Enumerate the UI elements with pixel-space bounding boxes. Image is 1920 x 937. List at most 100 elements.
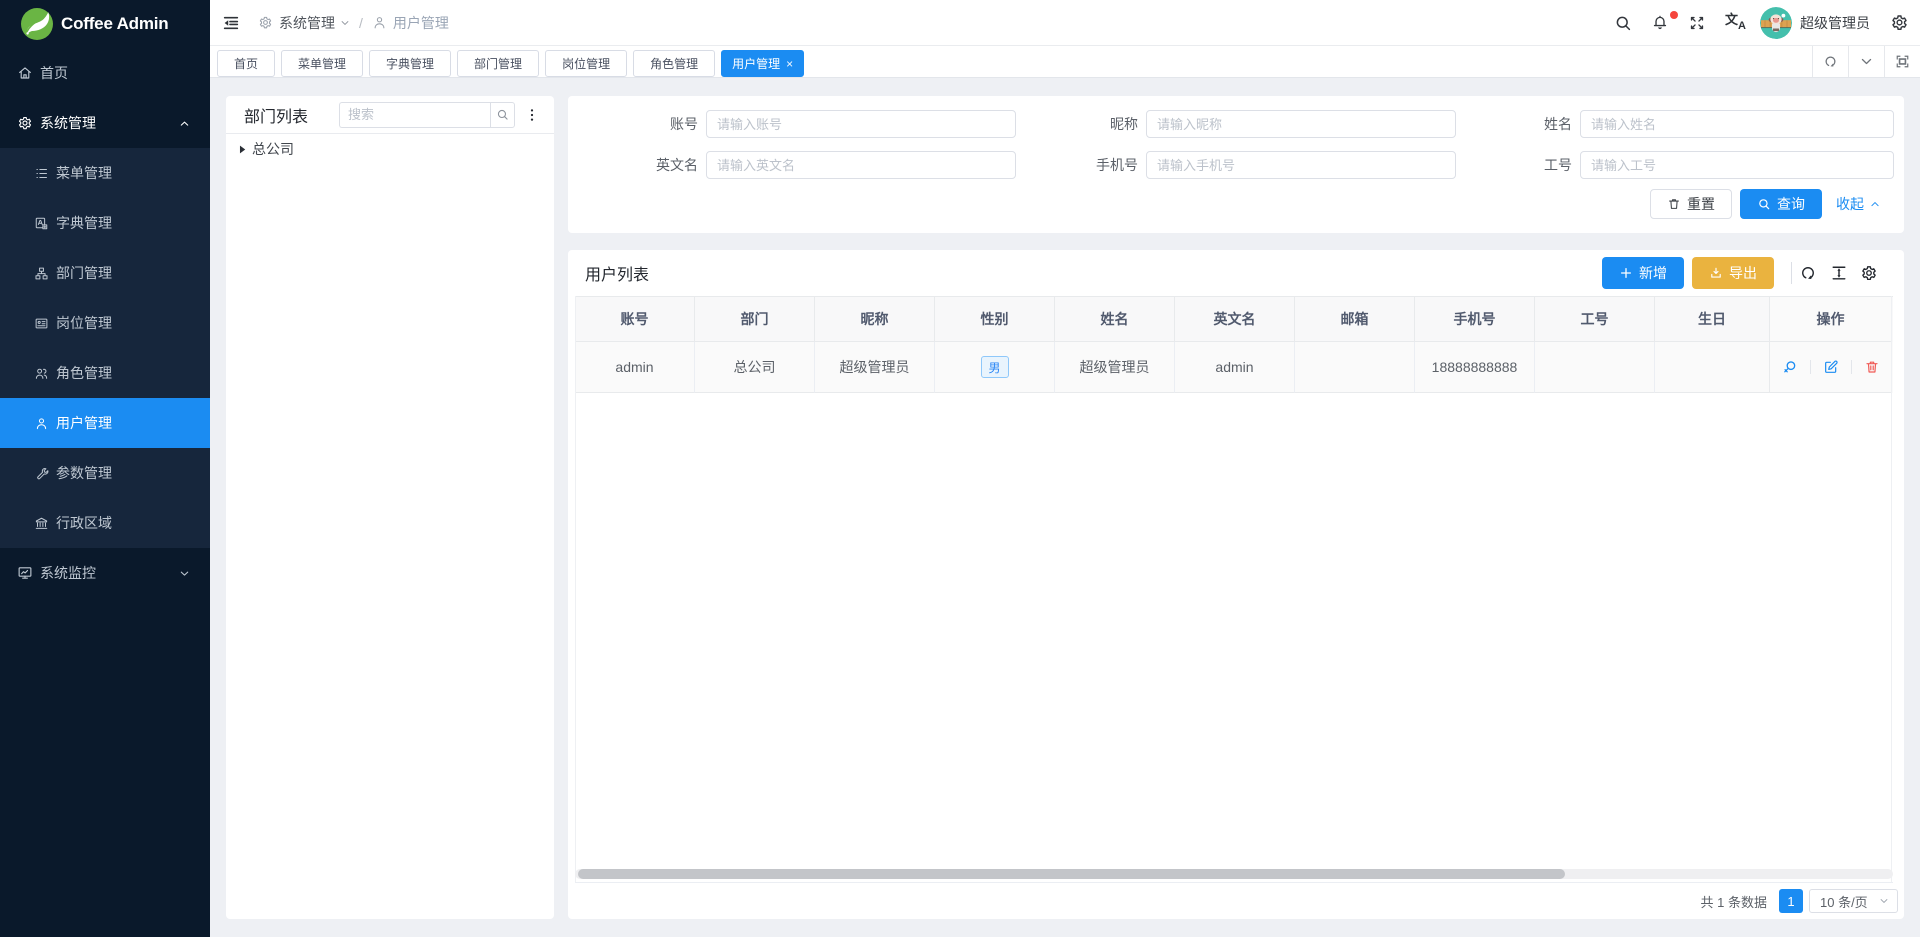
- sidebar-item-label: 参数管理: [56, 463, 112, 483]
- sidebar-item-3[interactable]: 岗位管理: [0, 298, 210, 348]
- refresh-tab-button[interactable]: [1812, 46, 1848, 77]
- export-button[interactable]: 导出: [1692, 257, 1774, 289]
- tree-node-company[interactable]: 总公司: [226, 137, 554, 161]
- sidebar-item-5[interactable]: 用户管理: [0, 398, 210, 448]
- sidebar-item-7[interactable]: 行政区域: [0, 498, 210, 548]
- horizontal-scrollbar-thumb[interactable]: [578, 869, 1565, 879]
- tab-角色管理[interactable]: 角色管理: [633, 50, 715, 77]
- close-tab-icon[interactable]: ×: [786, 58, 793, 70]
- department-icon: [34, 266, 49, 281]
- cell-phone: 18888888888: [1415, 342, 1535, 393]
- refresh-icon[interactable]: [1799, 264, 1817, 282]
- avatar[interactable]: [1760, 7, 1792, 39]
- user-name[interactable]: 超级管理员: [1800, 13, 1870, 33]
- export-button-label: 导出: [1729, 263, 1757, 283]
- column-header-5: 英文名: [1175, 297, 1295, 342]
- department-panel: 部门列表 总公司: [226, 96, 554, 919]
- sidebar-item-home[interactable]: 首页: [0, 48, 210, 98]
- notification-bell[interactable]: [1651, 14, 1669, 32]
- cell-name: 超级管理员: [1055, 342, 1175, 393]
- collapse-sidebar-icon[interactable]: [222, 14, 240, 32]
- cell-department: 总公司: [695, 342, 815, 393]
- sidebar-item-4[interactable]: 角色管理: [0, 348, 210, 398]
- tab-actions-dropdown[interactable]: [1848, 46, 1884, 77]
- field-label: 工号: [1486, 151, 1572, 179]
- monitor-icon: [17, 565, 33, 581]
- sidebar-item-0[interactable]: 菜单管理: [0, 148, 210, 198]
- search-icon[interactable]: [1614, 14, 1632, 32]
- chevron-down-icon: [1859, 54, 1874, 69]
- field-input-1[interactable]: [1146, 110, 1456, 138]
- pagination-total: 共 1 条数据: [1701, 883, 1767, 919]
- tab-label: 部门管理: [474, 55, 522, 72]
- tab-菜单管理[interactable]: 菜单管理: [281, 50, 363, 77]
- tab-label: 首页: [234, 55, 258, 72]
- field-input-2[interactable]: [1580, 110, 1894, 138]
- view-detail-icon[interactable]: [1782, 359, 1798, 375]
- translate-icon[interactable]: 文A: [1725, 13, 1747, 33]
- tab-部门管理[interactable]: 部门管理: [457, 50, 539, 77]
- department-panel-header: 部门列表: [226, 96, 554, 134]
- collapse-form-link[interactable]: 收起: [1836, 189, 1880, 219]
- breadcrumb-item[interactable]: 系统管理: [279, 13, 335, 33]
- field-input-5[interactable]: [1580, 151, 1894, 179]
- maximize-view-button[interactable]: [1884, 46, 1920, 77]
- sidebar-item-2[interactable]: 部门管理: [0, 248, 210, 298]
- sidebar-item-6[interactable]: 参数管理: [0, 448, 210, 498]
- column-header-0: 账号: [575, 297, 695, 342]
- maximize-icon: [1895, 54, 1910, 69]
- sidebar-item-label: 行政区域: [56, 513, 112, 533]
- department-search-input[interactable]: [339, 102, 490, 128]
- field-label: 昵称: [1052, 110, 1138, 138]
- column-header-label: 部门: [741, 309, 769, 329]
- department-search-button[interactable]: [490, 102, 515, 128]
- tab-label: 岗位管理: [562, 55, 610, 72]
- field-label: 英文名: [612, 151, 698, 179]
- cell-value: 超级管理员: [1080, 357, 1150, 377]
- column-header-9: 生日: [1655, 297, 1770, 342]
- tab-岗位管理[interactable]: 岗位管理: [545, 50, 627, 77]
- tab-用户管理[interactable]: 用户管理×: [721, 50, 804, 77]
- field-label: 手机号: [1052, 151, 1138, 179]
- tab-字典管理[interactable]: 字典管理: [369, 50, 451, 77]
- logo[interactable]: Coffee Admin: [0, 0, 210, 48]
- row-height-icon[interactable]: [1830, 264, 1848, 282]
- cell-english_name: admin: [1175, 342, 1295, 393]
- column-header-label: 昵称: [861, 309, 889, 329]
- filter-form-panel: 账号昵称姓名英文名手机号工号重置查询收起: [568, 96, 1904, 233]
- page-size-value: 10 条/页: [1820, 892, 1868, 911]
- sidebar-group-monitor[interactable]: 系统监控: [0, 548, 210, 598]
- tab-label: 字典管理: [386, 55, 434, 72]
- reset-button[interactable]: 重置: [1650, 189, 1732, 219]
- sidebar-item-1[interactable]: 字典管理: [0, 198, 210, 248]
- field-input-0[interactable]: [706, 110, 1016, 138]
- column-settings-gear-icon[interactable]: [1860, 264, 1878, 282]
- column-header-1: 部门: [695, 297, 815, 342]
- user-icon: [372, 15, 387, 30]
- cell-value: admin: [615, 359, 653, 375]
- cell-gender: 男: [935, 342, 1055, 393]
- column-header-6: 邮箱: [1295, 297, 1415, 342]
- table-toolbar: 用户列表 新增 导出: [568, 250, 1904, 296]
- add-button[interactable]: 新增: [1602, 257, 1684, 289]
- query-button[interactable]: 查询: [1740, 189, 1822, 219]
- translate-glyph-sub: A: [1738, 21, 1746, 32]
- page-size-select[interactable]: 10 条/页: [1809, 889, 1898, 913]
- cell-nickname: 超级管理员: [815, 342, 935, 393]
- tab-首页[interactable]: 首页: [217, 50, 275, 77]
- settings-gear-icon[interactable]: [1890, 13, 1909, 32]
- tabs: 首页 菜单管理 字典管理 部门管理 岗位管理 角色管理 用户管理×: [217, 50, 810, 77]
- tab-label: 角色管理: [650, 55, 698, 72]
- field-input-4[interactable]: [1146, 151, 1456, 179]
- sidebar-group-system[interactable]: 系统管理: [0, 98, 210, 148]
- sidebar-group-label: 系统监控: [40, 563, 96, 583]
- edit-icon[interactable]: [1823, 359, 1839, 375]
- notification-dot: [1670, 11, 1678, 19]
- field-input-3[interactable]: [706, 151, 1016, 179]
- table-row: admin总公司超级管理员男超级管理员admin18888888888: [575, 342, 1893, 393]
- fullscreen-icon[interactable]: [1688, 14, 1706, 32]
- more-options-icon[interactable]: [524, 107, 540, 123]
- cell-account: admin: [575, 342, 695, 393]
- delete-trash-icon[interactable]: [1864, 359, 1880, 375]
- pagination-page-1[interactable]: 1: [1779, 889, 1803, 913]
